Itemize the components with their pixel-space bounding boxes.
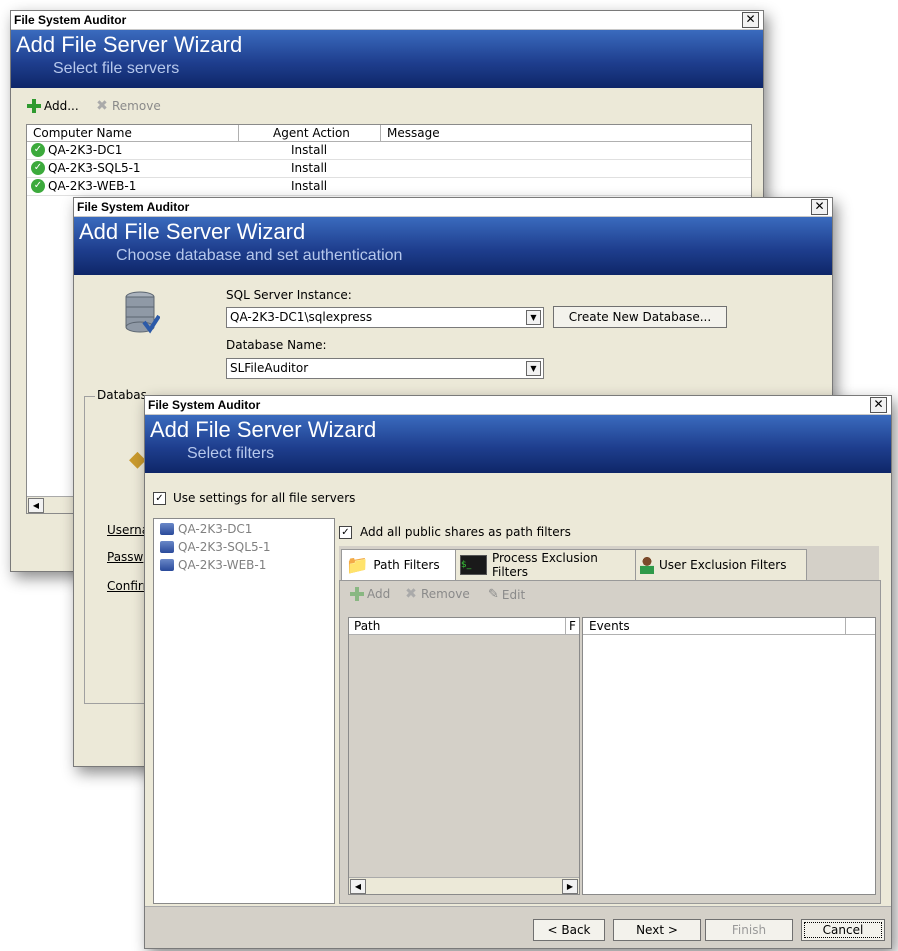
grid-header: Path F bbox=[349, 618, 579, 635]
add-button[interactable]: Add... bbox=[27, 99, 79, 113]
check-icon: ✓ bbox=[31, 143, 45, 157]
add-public-shares-checkbox[interactable]: ✓ bbox=[339, 526, 352, 539]
database-name-label: Database Name: bbox=[226, 338, 327, 352]
col-path[interactable]: Path bbox=[354, 619, 380, 633]
filters-panel: Add ✖ Remove ✎ Edit Path F ◀ ▶ Events bbox=[339, 580, 881, 904]
filters-tab-strip: 📁 Path Filters $_ Process Exclusion Filt… bbox=[339, 546, 879, 580]
scroll-right-icon[interactable]: ▶ bbox=[562, 879, 578, 894]
wizard-header: Add File Server Wizard Choose database a… bbox=[74, 217, 832, 275]
terminal-icon: $_ bbox=[460, 555, 487, 575]
window-select-filters: File System Auditor ✕ Add File Server Wi… bbox=[144, 395, 892, 949]
table-row[interactable]: ✓ QA-2K3-WEB-1 Install bbox=[27, 178, 751, 196]
next-button[interactable]: Next > bbox=[613, 919, 701, 941]
wizard-subtitle: Select filters bbox=[187, 445, 275, 462]
database-icon bbox=[124, 290, 161, 336]
window-title: File System Auditor bbox=[148, 398, 261, 412]
events-grid: Events bbox=[582, 617, 876, 895]
remove-button[interactable]: ✖ Remove bbox=[95, 99, 161, 113]
sql-instance-label: SQL Server Instance: bbox=[226, 288, 352, 302]
cancel-button[interactable]: Cancel bbox=[801, 919, 885, 941]
wizard-header: Add File Server Wizard Select file serve… bbox=[11, 30, 763, 88]
create-new-database-button[interactable]: Create New Database... bbox=[553, 306, 727, 328]
remove-icon: ✖ bbox=[96, 98, 108, 114]
user-icon bbox=[640, 556, 654, 574]
title-bar: File System Auditor ✕ bbox=[74, 198, 832, 217]
wizard-title: Add File Server Wizard bbox=[79, 219, 306, 244]
col-f[interactable]: F bbox=[569, 619, 576, 633]
database-name-select[interactable]: SLFileAuditor ▼ bbox=[226, 358, 544, 379]
wizard-footer: < Back Next > Finish Cancel bbox=[145, 906, 891, 948]
wizard-header: Add File Server Wizard Select filters bbox=[145, 415, 891, 473]
sql-instance-select[interactable]: QA-2K3-DC1\sqlexpress ▼ bbox=[226, 307, 544, 328]
wizard-title: Add File Server Wizard bbox=[150, 417, 377, 442]
tab-path-filters[interactable]: 📁 Path Filters bbox=[341, 549, 457, 580]
close-button[interactable]: ✕ bbox=[742, 12, 759, 28]
wizard-subtitle: Choose database and set authentication bbox=[116, 247, 403, 264]
title-bar: File System Auditor ✕ bbox=[145, 396, 891, 415]
folder-icon: 📁 bbox=[346, 554, 369, 576]
plus-icon bbox=[27, 99, 41, 113]
list-item[interactable]: QA-2K3-WEB-1 bbox=[160, 558, 266, 572]
close-button[interactable]: ✕ bbox=[811, 199, 828, 215]
server-list[interactable]: QA-2K3-DC1 QA-2K3-SQL5-1 QA-2K3-WEB-1 bbox=[153, 518, 335, 904]
path-grid: Path F ◀ ▶ bbox=[348, 617, 580, 895]
add-public-shares-label: Add all public shares as path filters bbox=[360, 525, 571, 539]
grid-header: Computer Name Agent Action Message bbox=[27, 125, 751, 142]
col-computer-name[interactable]: Computer Name bbox=[33, 126, 132, 140]
remove-label: Remove bbox=[112, 99, 161, 113]
table-row[interactable]: ✓ QA-2K3-DC1 Install bbox=[27, 142, 751, 160]
confirm-label: Confirr bbox=[107, 579, 148, 593]
window-title: File System Auditor bbox=[77, 200, 190, 214]
scroll-left-icon[interactable]: ◀ bbox=[350, 879, 366, 894]
window-title: File System Auditor bbox=[14, 13, 127, 27]
plus-icon bbox=[350, 587, 364, 601]
group-label: Databas bbox=[95, 388, 149, 402]
chevron-down-icon[interactable]: ▼ bbox=[526, 361, 541, 376]
close-button[interactable]: ✕ bbox=[870, 397, 887, 413]
title-bar: File System Auditor ✕ bbox=[11, 11, 763, 30]
horizontal-scrollbar[interactable]: ◀ ▶ bbox=[349, 877, 579, 894]
server-icon bbox=[160, 523, 174, 535]
add-filter-button[interactable]: Add bbox=[350, 587, 390, 601]
wizard-title: Add File Server Wizard bbox=[16, 32, 243, 57]
table-row[interactable]: ✓ QA-2K3-SQL5-1 Install bbox=[27, 160, 751, 178]
server-icon bbox=[160, 541, 174, 553]
chevron-down-icon[interactable]: ▼ bbox=[526, 310, 541, 325]
check-icon: ✓ bbox=[31, 161, 45, 175]
check-icon: ✓ bbox=[31, 179, 45, 193]
wizard-subtitle: Select file servers bbox=[53, 60, 180, 77]
use-settings-checkbox[interactable]: ✓ bbox=[153, 492, 166, 505]
tab-process-exclusion-filters[interactable]: $_ Process Exclusion Filters bbox=[455, 549, 637, 580]
list-item[interactable]: QA-2K3-DC1 bbox=[160, 522, 252, 536]
tab-user-exclusion-filters[interactable]: User Exclusion Filters bbox=[635, 549, 807, 580]
list-item[interactable]: QA-2K3-SQL5-1 bbox=[160, 540, 271, 554]
col-agent-action[interactable]: Agent Action bbox=[273, 126, 350, 140]
grid-header: Events bbox=[583, 618, 875, 635]
username-label: Userna bbox=[107, 523, 150, 537]
back-button[interactable]: < Back bbox=[533, 919, 605, 941]
add-label: Add... bbox=[44, 99, 79, 113]
server-icon bbox=[160, 559, 174, 571]
edit-filter-button[interactable]: ✎ Edit bbox=[488, 587, 525, 602]
edit-icon: ✎ bbox=[488, 587, 499, 602]
remove-filter-button[interactable]: ✖ Remove bbox=[404, 587, 470, 601]
use-settings-label: Use settings for all file servers bbox=[173, 491, 356, 505]
password-label: Passw bbox=[107, 550, 144, 564]
scroll-left-icon[interactable]: ◀ bbox=[28, 498, 44, 513]
col-message[interactable]: Message bbox=[387, 126, 440, 140]
remove-icon: ✖ bbox=[405, 586, 417, 602]
finish-button[interactable]: Finish bbox=[705, 919, 793, 941]
col-events[interactable]: Events bbox=[589, 619, 630, 633]
